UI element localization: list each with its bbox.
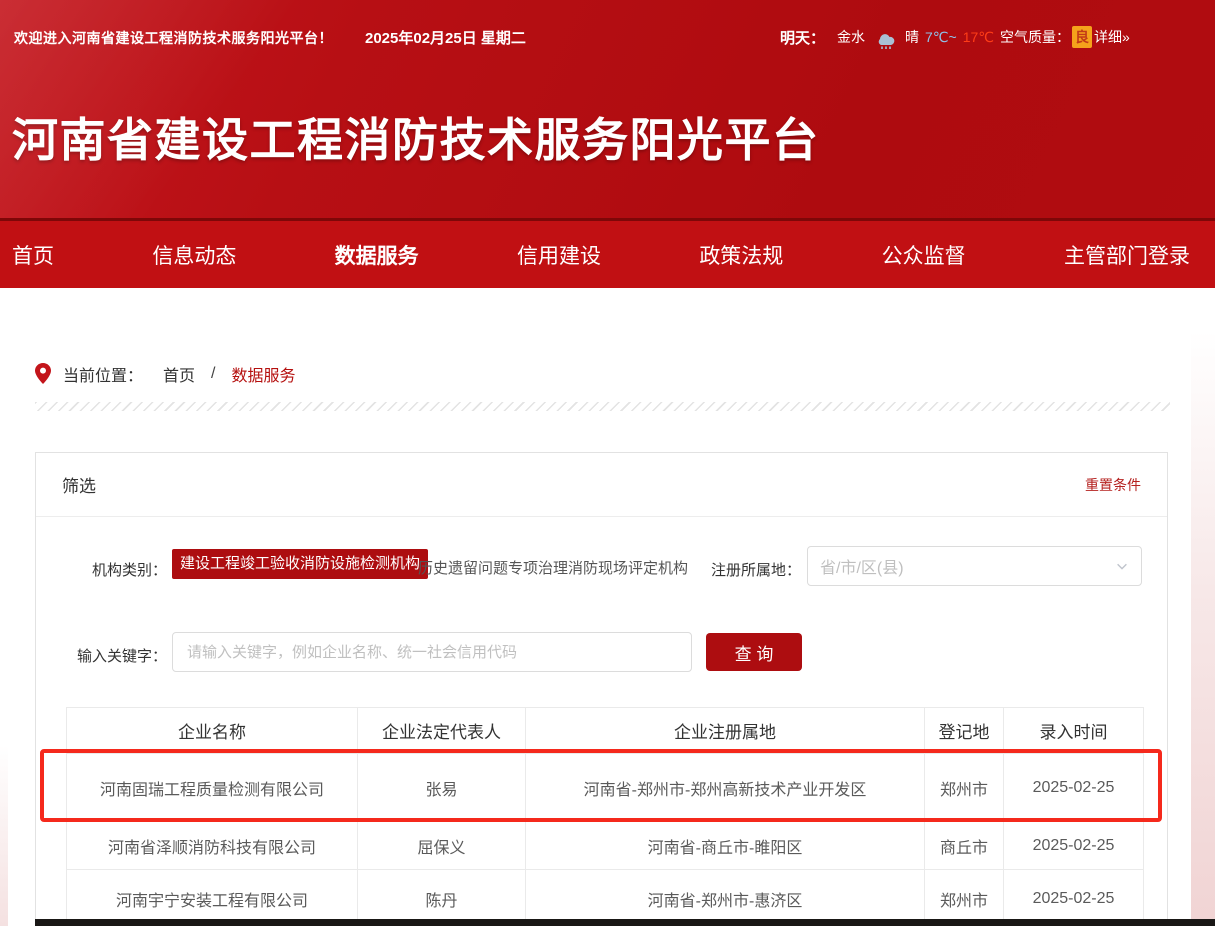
weather-temp-high: 17℃ [963,29,994,46]
welcome-text: 欢迎进入河南省建设工程消防技术服务阳光平台！ [14,28,333,48]
page: 欢迎进入河南省建设工程消防技术服务阳光平台！ 2025年02月25日 星期二 明… [0,0,1215,926]
topbar: 欢迎进入河南省建设工程消防技术服务阳光平台！ 2025年02月25日 星期二 明… [0,0,1215,60]
cell-date: 2025-02-25 [1004,822,1144,870]
cell-region: 河南省-郑州市-郑州高新技术产业开发区 [526,754,925,822]
weather-widget: 明天： 金水 晴 7℃~ 17℃ 空气质量： 良 详细» [780,24,1136,50]
aqi-badge: 良 [1072,26,1092,48]
category-option-selected[interactable]: 建设工程竣工验收消防设施检测机构 [172,549,428,579]
table-header-row: 企业名称 企业法定代表人 企业注册属地 登记地 录入时间 [67,708,1144,754]
cloud-icon [873,28,899,50]
cell-city: 郑州市 [925,754,1004,822]
breadcrumb: 当前位置： 首页 / 数据服务 [35,362,296,386]
region-label: 注册所属地： [670,559,801,580]
breadcrumb-label: 当前位置： [63,362,143,386]
nav-item-news[interactable]: 信息动态 [152,240,236,270]
region-select-placeholder: 省/市/区(县) [820,554,904,578]
cell-company: 河南宇宁安装工程有限公司 [67,870,358,926]
date-text: 2025年02月25日 星期二 [365,27,526,48]
nav-item-supervision[interactable]: 公众监督 [882,240,966,270]
keyword-input[interactable] [172,632,692,672]
column-header-date: 录入时间 [1004,708,1144,754]
page-edge-gradient-left [0,745,8,926]
filter-panel: 筛选 重置条件 机构类别： 建设工程竣工验收消防设施检测机构 历史遗留问题专项治… [35,452,1168,926]
category-option-2[interactable]: 历史遗留问题专项治理消防现场评定机构 [418,557,688,578]
column-header-city: 登记地 [925,708,1004,754]
weather-detail-link[interactable]: 详细» [1094,27,1130,47]
main-nav: 首页 信息动态 数据服务 信用建设 政策法规 公众监督 主管部门登录 [0,218,1215,288]
filter-panel-header: 筛选 重置条件 [36,453,1167,517]
cell-city: 郑州市 [925,870,1004,926]
cell-region: 河南省-商丘市-睢阳区 [526,822,925,870]
filter-title: 筛选 [62,472,96,497]
aqi-label: 空气质量： [1000,27,1070,47]
cell-region: 河南省-郑州市-惠济区 [526,870,925,926]
weather-condition: 晴 [905,27,919,47]
table-row[interactable]: 河南省泽顺消防科技有限公司 屈保义 河南省-商丘市-睢阳区 商丘市 2025-0… [67,822,1144,870]
chevron-down-icon [1115,559,1129,573]
cell-date: 2025-02-25 [1004,870,1144,926]
table-row[interactable]: 河南固瑞工程质量检测有限公司 张易 河南省-郑州市-郑州高新技术产业开发区 郑州… [67,754,1144,822]
breadcrumb-current: 数据服务 [231,362,295,386]
column-header-region: 企业注册属地 [526,708,925,754]
site-header: 欢迎进入河南省建设工程消防技术服务阳光平台！ 2025年02月25日 星期二 明… [0,0,1215,218]
nav-item-admin-login[interactable]: 主管部门登录 [1064,240,1190,270]
category-label: 机构类别： [36,559,167,580]
cell-company: 河南固瑞工程质量检测有限公司 [67,754,358,822]
results-table: 企业名称 企业法定代表人 企业注册属地 登记地 录入时间 河南固瑞工程质量检测有… [66,707,1144,926]
cell-legal-rep: 张易 [358,754,526,822]
slash-divider [35,402,1170,411]
column-header-legal-rep: 企业法定代表人 [358,708,526,754]
nav-item-policy[interactable]: 政策法规 [699,240,783,270]
weather-tomorrow-label: 明天： [780,27,825,48]
breadcrumb-separator: / [211,365,215,383]
weather-temp-low: 7℃~ [925,29,957,46]
table-row[interactable]: 河南宇宁安装工程有限公司 陈丹 河南省-郑州市-惠济区 郑州市 2025-02-… [67,870,1144,926]
page-edge-gradient-right [1191,330,1215,926]
cell-city: 商丘市 [925,822,1004,870]
keyword-label: 输入关键字： [36,645,167,666]
column-header-company: 企业名称 [67,708,358,754]
search-button[interactable]: 查 询 [706,633,802,671]
cell-company: 河南省泽顺消防科技有限公司 [67,822,358,870]
site-title: 河南省建设工程消防技术服务阳光平台 [12,104,820,170]
weather-district[interactable]: 金水 [837,27,865,47]
breadcrumb-home-link[interactable]: 首页 [163,362,195,386]
cell-legal-rep: 屈保义 [358,822,526,870]
nav-item-data-services[interactable]: 数据服务 [335,240,419,270]
location-pin-icon [35,363,51,385]
cell-legal-rep: 陈丹 [358,870,526,926]
footer-strip [35,919,1215,926]
cell-date: 2025-02-25 [1004,754,1144,822]
nav-item-credit[interactable]: 信用建设 [517,240,601,270]
region-select[interactable]: 省/市/区(县) [807,546,1142,586]
nav-item-home[interactable]: 首页 [12,240,54,270]
reset-filters-link[interactable]: 重置条件 [1085,475,1141,495]
